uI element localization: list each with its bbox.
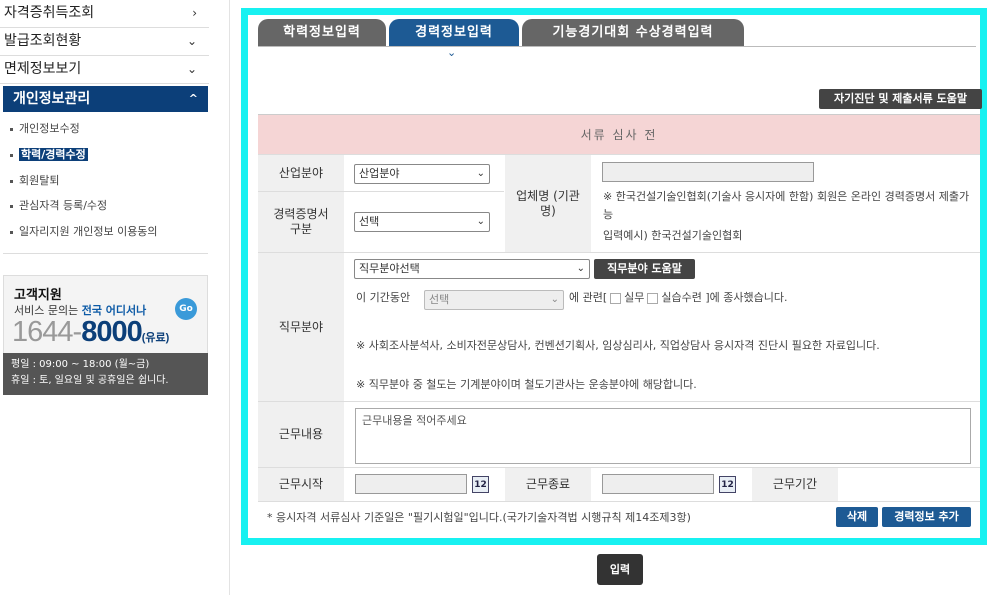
job-field-label: 직무분야: [258, 253, 344, 401]
subnav-item-active[interactable]: 학력/경력수정: [10, 147, 88, 163]
nav-label: 발급조회현황: [4, 33, 82, 49]
industry-label: 산업분야: [258, 155, 344, 191]
subnav-item[interactable]: 관심자격 등록/수정: [10, 198, 107, 214]
go-icon[interactable]: Go: [175, 298, 197, 320]
period-mid: 에 관련[: [569, 291, 608, 304]
row-divider: [258, 401, 980, 402]
subnav-label: 개인정보수정: [19, 122, 80, 135]
calendar-icon[interactable]: 12: [472, 476, 489, 493]
work-content-textarea[interactable]: 근무내용을 적어주세요: [355, 408, 971, 464]
calendar-icon[interactable]: 12: [719, 476, 736, 493]
chevron-down-icon: ⌄: [447, 46, 457, 59]
industry-select-value: 산업분야: [359, 167, 400, 180]
bullet-icon: [10, 127, 13, 131]
end-date-input[interactable]: [602, 474, 714, 494]
support-title: 고객지원: [14, 288, 62, 303]
chevron-down-icon: ⌄: [476, 216, 485, 227]
work-period-label: 근무기간: [752, 468, 838, 501]
start-date-label: 근무시작: [258, 468, 344, 501]
job-field-select-value: 직무분야선택: [359, 262, 420, 275]
row-divider: [258, 467, 980, 468]
training-checkbox[interactable]: [647, 292, 659, 304]
row-divider: [258, 154, 980, 155]
job-field-help-button[interactable]: 직무분야 도움말: [594, 259, 695, 279]
tab-education[interactable]: 학력정보입력: [258, 19, 386, 47]
customer-support-box: 고객지원 서비스 문의는 전국 어디서나 Go 1644-8000(유료) 평일…: [3, 275, 208, 395]
period-prefix: 이 기간동안: [356, 291, 411, 304]
subnav-label: 회원탈퇴: [19, 174, 60, 187]
end-date-label: 근무종료: [505, 468, 591, 501]
start-date-input[interactable]: [355, 474, 467, 494]
sidebar-divider: [229, 0, 230, 595]
chevron-down-icon: ⌄: [186, 34, 197, 48]
exam-criteria-note: * 응시자격 서류심사 기준일은 "필기시험일"입니다.(국가기술자격법 시행규…: [267, 511, 691, 524]
status-banner: 서류 심사 전: [258, 114, 980, 154]
job-field-select[interactable]: 직무분야선택 ⌄: [354, 259, 590, 279]
job-note-1: ※ 사회조사분석사, 소비자전문상담사, 컨벤션기획사, 임상심리사, 직업상담…: [356, 339, 880, 352]
nav-label: 개인정보관리: [13, 91, 91, 107]
divider: [3, 253, 208, 254]
cert-type-select[interactable]: 선택 ⌄: [354, 212, 490, 232]
chevron-down-icon: ⌄: [550, 294, 559, 305]
tab-career[interactable]: 경력정보입력: [389, 19, 519, 47]
cert-type-label: 경력증명서 구분: [258, 192, 344, 252]
phone-prefix: 1644: [12, 316, 74, 348]
row-divider: [258, 501, 980, 502]
chevron-right-icon: ›: [192, 6, 197, 20]
company-name-input[interactable]: [602, 162, 814, 182]
nav-item-exemption[interactable]: 면제정보보기 ⌄: [0, 56, 209, 84]
industry-select[interactable]: 산업분야 ⌄: [354, 164, 490, 184]
nav-item-cert-history[interactable]: 자격증취득조회 ›: [0, 0, 209, 28]
phone-dash: -: [72, 316, 83, 348]
company-label: 업체명 (기관명): [505, 155, 591, 252]
period-suffix: ]에 종사했습니다.: [705, 291, 788, 304]
cert-type-select-value: 선택: [359, 215, 380, 228]
subnav-label: 학력/경력수정: [19, 148, 88, 161]
period-select[interactable]: 선택 ⌄: [424, 290, 564, 310]
add-career-button[interactable]: 경력정보 추가: [882, 507, 971, 527]
bullet-icon: [10, 230, 13, 234]
row-divider: [258, 252, 980, 253]
hours-holiday: 휴일 : 토, 일요일 및 공휴일은 쉽니다.: [11, 375, 169, 386]
tab-underline: [258, 46, 976, 47]
nav-item-personal-info[interactable]: 개인정보관리 ^: [3, 86, 208, 112]
period-select-value: 선택: [429, 293, 450, 306]
subnav-label: 관심자격 등록/수정: [19, 199, 108, 212]
subnav-label: 일자리지원 개인정보 이용동의: [19, 225, 158, 238]
chevron-down-icon: ⌄: [576, 263, 585, 274]
bullet-icon: [10, 153, 13, 157]
sidebar: 자격증취득조회 › 발급조회현황 ⌄ 면제정보보기 ⌄ 개인정보관리 ^ 개인정…: [0, 0, 209, 595]
practice-checkbox[interactable]: [610, 292, 622, 304]
support-phone: 1644-8000(유료): [12, 316, 169, 349]
bullet-icon: [10, 179, 13, 183]
bullet-icon: [10, 204, 13, 208]
subnav-item[interactable]: 일자리지원 개인정보 이용동의: [10, 224, 158, 240]
delete-button[interactable]: 삭제: [836, 507, 878, 527]
practice-label: 실무: [624, 291, 645, 304]
subnav-item[interactable]: 회원탈퇴: [10, 173, 59, 189]
hours-weekday: 평일 : 09:00 ~ 18:00 (월~금): [11, 359, 150, 370]
nav-label: 면제정보보기: [4, 61, 82, 77]
nav-item-issue-status[interactable]: 발급조회현황 ⌄: [0, 28, 209, 56]
job-note-2: ※ 직무분야 중 철도는 기계분야이며 철도기관사는 운송분야에 해당합니다.: [356, 378, 697, 391]
company-example: 입력예시) 한국건설기술인협회: [603, 229, 743, 242]
subnav-item[interactable]: 개인정보수정: [10, 121, 80, 137]
company-note: ※ 한국건설기술인협회(기술사 응시자에 한함) 회원은 온라인 경력증명서 제…: [603, 190, 970, 221]
tab-competition-awards[interactable]: 기능경기대회 수상경력입력: [522, 19, 744, 47]
period-sentence: 에 관련[ 실무 실습수련 ]에 종사했습니다.: [569, 289, 788, 307]
work-content-label: 근무내용: [258, 402, 344, 467]
support-hours: 평일 : 09:00 ~ 18:00 (월~금) 휴일 : 토, 일요일 및 공…: [3, 353, 208, 395]
phone-main: 8000: [81, 316, 143, 348]
self-diagnosis-help-button[interactable]: 자기진단 및 제출서류 도움말: [819, 89, 982, 109]
submit-button[interactable]: 입력: [597, 554, 643, 585]
chevron-down-icon: ⌄: [476, 168, 485, 179]
chevron-up-icon: ^: [188, 92, 198, 105]
training-label: 실습수련: [661, 291, 702, 304]
phone-fee: (유료): [141, 332, 170, 344]
chevron-down-icon: ⌄: [186, 62, 197, 76]
nav-label: 자격증취득조회: [4, 5, 95, 21]
